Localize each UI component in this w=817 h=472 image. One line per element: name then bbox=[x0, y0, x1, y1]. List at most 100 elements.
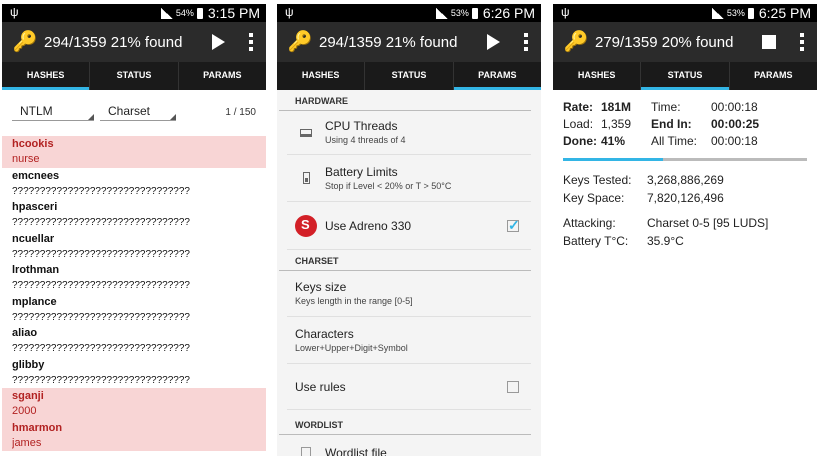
hash-type-select[interactable]: NTLM bbox=[12, 103, 94, 121]
section-hardware: HARDWARE bbox=[279, 90, 531, 111]
hash-password: ???????????????????????????????? bbox=[12, 374, 190, 386]
key-space-label: Key Space: bbox=[563, 191, 625, 205]
hash-username: ncuellar bbox=[12, 232, 55, 245]
play-button[interactable] bbox=[204, 28, 232, 56]
tab-hashes[interactable]: HASHES bbox=[553, 62, 642, 90]
hash-username: lrothman bbox=[12, 264, 60, 276]
battery-icon bbox=[196, 7, 203, 19]
overflow-menu-icon[interactable] bbox=[517, 32, 535, 52]
setting-summary: Lower+Upper+Digit+Symbol bbox=[295, 342, 408, 353]
hash-password: ???????????????????????????????? bbox=[12, 185, 190, 197]
play-button[interactable] bbox=[479, 28, 507, 56]
hash-password: nurse bbox=[12, 153, 40, 165]
attacking-label: Attacking: bbox=[563, 216, 616, 230]
setting-title: Wordlist file bbox=[325, 446, 387, 456]
hash-list-item[interactable]: aliao???????????????????????????????? bbox=[2, 325, 266, 357]
rules-checkbox[interactable] bbox=[507, 380, 519, 393]
attack-mode-select[interactable]: Charset bbox=[100, 103, 176, 121]
laptop-icon bbox=[300, 128, 312, 137]
setting-summary: Keys length in the range [0-5] bbox=[295, 296, 413, 306]
battery-percent: 53% bbox=[450, 8, 469, 18]
setting-cpu-threads[interactable]: CPU Threads Using 4 threads of 4 bbox=[287, 111, 531, 155]
hash-list-item[interactable]: sganji 2000 bbox=[2, 388, 266, 420]
hash-password: ???????????????????????????????? bbox=[12, 343, 190, 354]
setting-title: Use rules bbox=[295, 379, 346, 394]
adreno-checkbox[interactable] bbox=[507, 217, 520, 234]
hash-username: aliao bbox=[12, 327, 38, 339]
load-value: 1,359 bbox=[601, 117, 632, 131]
key-space-value: 7,820,126,496 bbox=[647, 191, 724, 205]
setting-keys-size[interactable]: Keys size Keys length in the range [0-5] bbox=[287, 271, 531, 317]
keys-tested-value: 3,268,886,269 bbox=[647, 173, 724, 187]
done-label: Done: bbox=[563, 134, 597, 148]
done-value: 41% bbox=[601, 134, 626, 148]
progress-title: 279/1359 20% found bbox=[595, 33, 734, 51]
tab-bar: HASHES STATUS PARAMS bbox=[2, 62, 266, 90]
setting-wordlist-file[interactable]: Wordlist file bbox=[287, 435, 531, 456]
progress-fill bbox=[563, 158, 664, 161]
setting-summary: Stop if Level < 20% or T > 50°C bbox=[325, 180, 452, 191]
setting-battery-limits[interactable]: Battery Limits Stop if Level < 20% or T … bbox=[287, 155, 531, 202]
app-key-icon[interactable]: 🔑 bbox=[287, 29, 313, 55]
hash-list-item[interactable]: emcnees???????????????????????????????? bbox=[2, 168, 266, 200]
clock: 6:25 PM bbox=[758, 5, 811, 21]
tab-hashes[interactable]: HASHES bbox=[277, 62, 366, 90]
usb-icon: ψ bbox=[285, 5, 294, 19]
alltime-label: All Time: bbox=[651, 134, 698, 148]
status-bar: ψ 53% 6:25 PM bbox=[553, 4, 817, 22]
hash-list-item[interactable]: ncuellar???????????????????????????????? bbox=[2, 231, 266, 263]
setting-characters[interactable]: Characters Lower+Upper+Digit+Symbol bbox=[287, 317, 531, 364]
tab-bar: HASHES STATUS PARAMS bbox=[277, 62, 541, 90]
signal-icon bbox=[435, 7, 448, 19]
progress-title: 294/1359 21% found bbox=[44, 33, 183, 51]
hash-password: ???????????????????????????????? bbox=[12, 217, 190, 228]
tab-status[interactable]: STATUS bbox=[90, 62, 179, 90]
hash-username: hpasceri bbox=[12, 201, 58, 213]
setting-title: Battery Limits bbox=[325, 164, 398, 179]
app-key-icon[interactable]: 🔑 bbox=[12, 29, 38, 55]
load-label: Load: bbox=[563, 117, 594, 131]
tab-params[interactable]: PARAMS bbox=[730, 62, 817, 90]
tab-hashes[interactable]: HASHES bbox=[2, 62, 91, 90]
tab-status[interactable]: STATUS bbox=[641, 62, 730, 90]
tab-params[interactable]: PARAMS bbox=[179, 62, 266, 90]
hash-list[interactable]: hcookis nurse emcnees?????????????????????… bbox=[2, 134, 266, 451]
keys-tested-label: Keys Tested: bbox=[563, 173, 632, 187]
usb-icon: ψ bbox=[10, 5, 19, 19]
setting-use-adreno[interactable]: Use Adreno 330 bbox=[287, 202, 531, 250]
keys-info: Keys Tested: 3,268,886,269 Key Space: 7,… bbox=[563, 173, 807, 206]
endin-value: 00:00:25 bbox=[711, 117, 760, 131]
tab-params[interactable]: PARAMS bbox=[453, 62, 541, 90]
battery-temp-label: Battery T°C: bbox=[563, 234, 629, 248]
hash-username: hcookis bbox=[12, 138, 54, 150]
hash-list-item[interactable]: hpasceri???????????????????????????????? bbox=[2, 199, 266, 231]
setting-use-rules[interactable]: Use rules bbox=[287, 364, 531, 410]
hash-list-item[interactable]: glibby???????????????????????????????? bbox=[2, 357, 266, 389]
hashes-screen: ψ 54% 3:15 PM 🔑 294/1359 21% found HASHE… bbox=[2, 4, 266, 456]
filter-row: NTLM Charset 1 / 150 bbox=[2, 90, 266, 134]
action-bar: 🔑 279/1359 20% found bbox=[553, 22, 817, 62]
rate-label: Rate: bbox=[563, 100, 594, 114]
hash-list-item[interactable]: mplance???????????????????????????????? bbox=[2, 294, 266, 326]
section-charset: CHARSET bbox=[279, 250, 531, 271]
hash-list-item[interactable]: lrothman???????????????????????????????? bbox=[2, 262, 266, 294]
page-indicator: 1 / 150 bbox=[225, 106, 256, 118]
status-bar: ψ 54% 3:15 PM bbox=[2, 4, 266, 22]
status-panel: Rate: 181M Time: 00:00:18 Load: 1,359 En… bbox=[553, 90, 817, 259]
overflow-menu-icon[interactable] bbox=[242, 32, 260, 52]
hash-username: glibby bbox=[12, 358, 45, 371]
tab-status[interactable]: STATUS bbox=[365, 62, 454, 90]
action-bar: 🔑 294/1359 21% found bbox=[2, 22, 266, 62]
hash-list-item[interactable]: hmarmon james bbox=[2, 419, 266, 451]
stop-button[interactable] bbox=[755, 28, 783, 56]
status-screen: ψ 53% 6:25 PM 🔑 279/1359 20% found HASHE… bbox=[553, 4, 817, 456]
signal-icon bbox=[711, 7, 724, 19]
params-screen: ψ 53% 6:26 PM 🔑 294/1359 21% found HASHE… bbox=[277, 4, 541, 456]
battery-percent: 54% bbox=[175, 8, 194, 18]
battery-percent: 53% bbox=[726, 8, 745, 18]
hash-list-item[interactable]: hcookis nurse bbox=[2, 136, 266, 168]
app-key-icon[interactable]: 🔑 bbox=[563, 29, 589, 55]
overflow-menu-icon[interactable] bbox=[793, 32, 811, 52]
hash-password: james bbox=[12, 436, 42, 449]
clock: 6:26 PM bbox=[482, 5, 535, 21]
